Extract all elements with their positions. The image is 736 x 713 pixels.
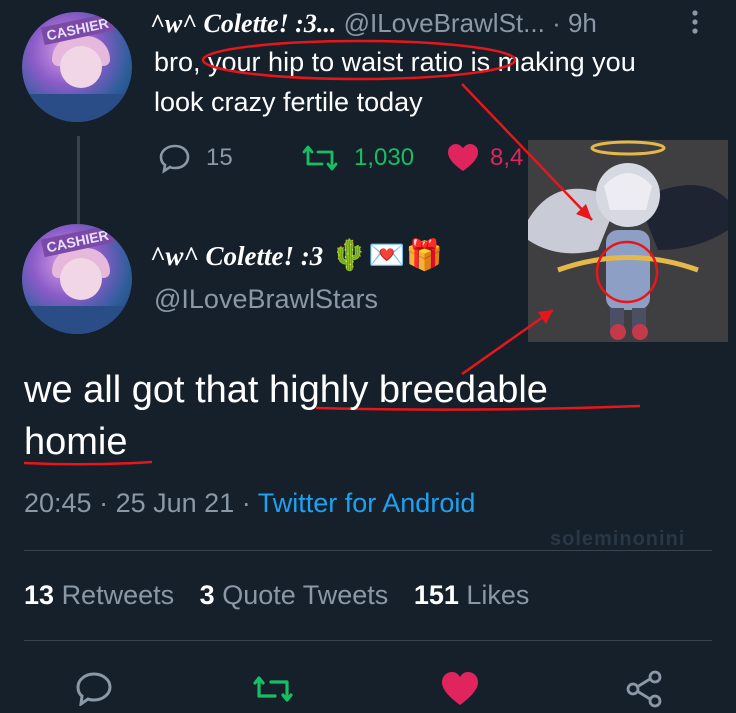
separator: · (241, 488, 251, 518)
avatar-face (60, 258, 102, 300)
reply-header: ^w^ Colette! :3... @ILoveBrawlSt... · 9h (150, 8, 597, 39)
engagement-stats: 13 Retweets 3 Quote Tweets 151 Likes (24, 580, 529, 611)
tweet-source-link[interactable]: Twitter for Android (258, 488, 476, 518)
divider (24, 640, 712, 641)
likes-label: Likes (466, 580, 530, 610)
avatar-bg (22, 306, 132, 334)
character-image (528, 140, 728, 342)
name-emojis: 🌵💌🎁 (330, 239, 443, 272)
handle[interactable]: @ILoveBrawlStars (154, 284, 378, 315)
main-text-line2: homie (24, 421, 128, 463)
display-name[interactable]: ^w^ Colette! :3 (150, 241, 323, 271)
share-icon (626, 670, 662, 708)
tweet-meta: 20:45 · 25 Jun 21 · Twitter for Android (24, 488, 475, 519)
reply-button[interactable] (74, 670, 114, 711)
handle[interactable]: @ILoveBrawlSt... (344, 8, 545, 38)
tweet-time[interactable]: 20:45 (24, 488, 92, 518)
reply-text: bro, your hip to waist ratio is making y… (154, 42, 724, 122)
avatar[interactable]: CASHIER (22, 224, 132, 334)
reply-text-line1: bro, your hip to waist ratio is making y… (154, 47, 636, 77)
avatar[interactable]: CASHIER (22, 12, 132, 122)
display-name[interactable]: ^w^ Colette! :3... (150, 9, 336, 38)
retweets-count: 13 (24, 580, 55, 610)
retweet-action[interactable]: 1,030 (300, 142, 414, 174)
thread-line (77, 136, 80, 224)
quote-stat[interactable]: 3 Quote Tweets (200, 580, 396, 610)
more-vertical-icon[interactable] (688, 8, 702, 38)
separator: · (99, 488, 109, 518)
main-tweet-text: we all got that highly breedable homie (24, 364, 704, 468)
likes-stat[interactable]: 151 Likes (414, 580, 530, 610)
main-text-line1: we all got that highly breedable (24, 369, 548, 411)
tweet-date[interactable]: 25 Jun 21 (116, 488, 235, 518)
like-icon (442, 672, 478, 705)
main-display-name-row: ^w^ Colette! :3 🌵💌🎁 (150, 238, 443, 273)
separator: · (552, 8, 561, 38)
reply-action[interactable]: 15 (158, 142, 233, 174)
reply-count: 15 (206, 144, 233, 171)
avatar-bg (22, 94, 132, 122)
retweet-icon (302, 145, 338, 171)
avatar-face (60, 46, 102, 88)
like-icon (448, 144, 478, 171)
like-button[interactable] (440, 670, 480, 713)
retweet-count: 1,030 (354, 144, 415, 171)
like-action[interactable]: 8,4 (446, 142, 523, 174)
retweets-stat[interactable]: 13 Retweets (24, 580, 182, 610)
quote-label: Quote Tweets (222, 580, 389, 610)
share-button[interactable] (624, 670, 664, 713)
reply-icon (159, 144, 190, 174)
quote-count: 3 (199, 580, 215, 610)
divider (24, 550, 712, 551)
watermark: soleminonini (550, 528, 686, 550)
like-count: 8,4 (490, 144, 524, 171)
retweets-label: Retweets (61, 580, 175, 610)
reply-text-line2: look crazy fertile today (154, 87, 423, 117)
reply-icon (76, 672, 112, 708)
retweet-button[interactable] (250, 672, 296, 711)
likes-count: 151 (413, 580, 459, 610)
retweet-icon (253, 676, 293, 702)
timestamp[interactable]: 9h (568, 8, 597, 38)
